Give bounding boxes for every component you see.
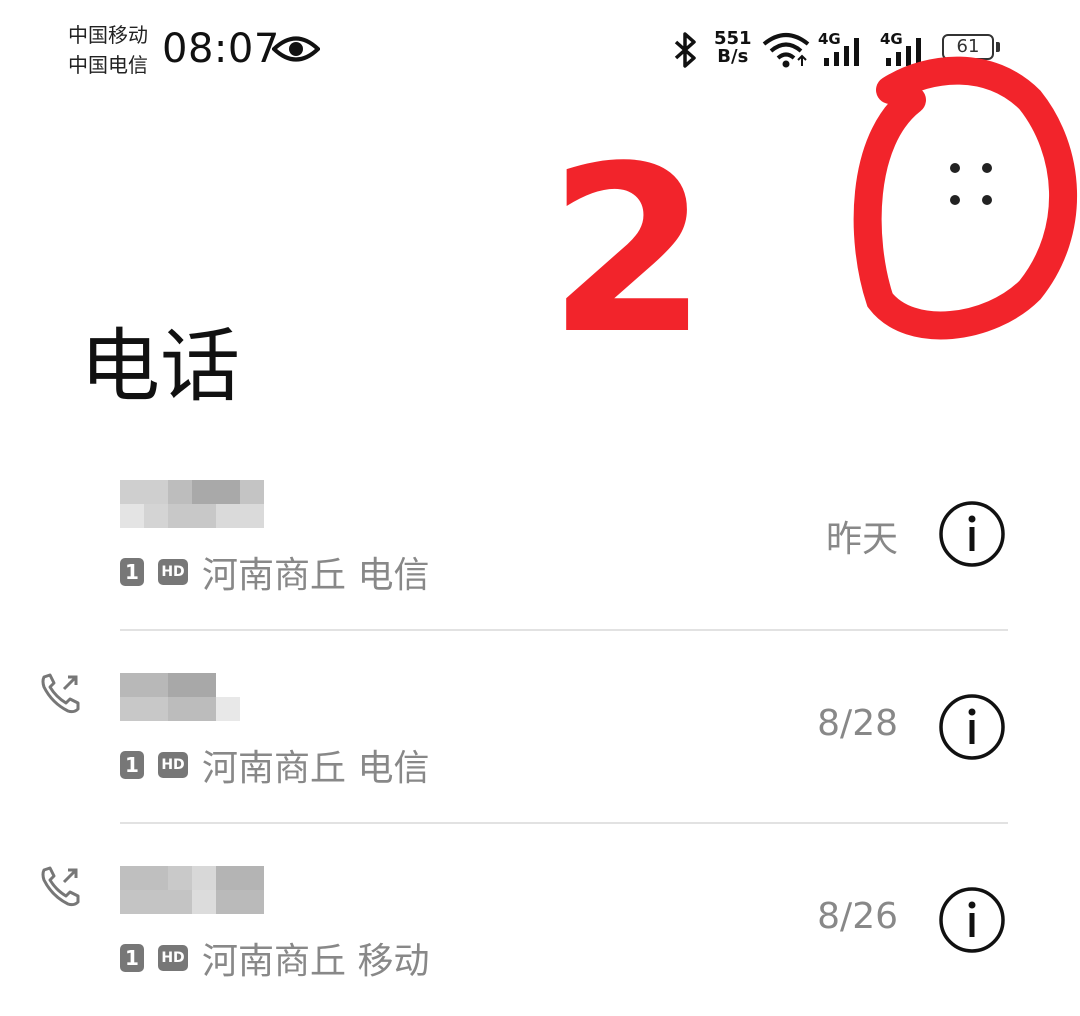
net-speed-unit: B/s	[717, 46, 749, 67]
call-meta: 1 HD 河南商丘 移动	[120, 934, 429, 982]
call-info-button[interactable]	[938, 693, 1006, 761]
page-title: 电话	[80, 320, 240, 413]
call-meta: 1 HD 河南商丘 电信	[120, 741, 429, 789]
signal-icon: 4G	[818, 28, 874, 72]
contact-name-redacted	[120, 673, 264, 721]
hd-badge: HD	[158, 945, 188, 971]
battery-level: 61	[942, 34, 994, 60]
annotation-number: 2	[548, 118, 708, 385]
signal-icon: 4G	[880, 28, 936, 72]
status-bar: 中国移动 中国电信 08:07 551 B/s 4G 4G 61	[0, 0, 1080, 100]
battery-icon: 61	[942, 34, 1002, 62]
outgoing-call-icon	[38, 671, 82, 719]
call-date: 8/26	[817, 896, 898, 937]
more-dots-icon	[950, 163, 992, 205]
sim-1-badge: 1	[120, 558, 144, 586]
call-log-item[interactable]: 1 HD 河南商丘 电信 8/28	[0, 631, 1080, 823]
info-icon	[939, 501, 1005, 567]
status-time: 08:07	[162, 26, 280, 72]
call-date: 8/28	[817, 703, 898, 744]
more-options-button[interactable]	[930, 148, 1010, 228]
hd-badge: HD	[158, 752, 188, 778]
hd-badge: HD	[158, 559, 188, 585]
call-location: 河南商丘 电信	[202, 555, 430, 596]
info-icon	[939, 887, 1005, 953]
network-speed: 551 B/s	[714, 30, 752, 66]
call-log-item[interactable]: 1 HD 河南商丘 电信 昨天	[0, 438, 1080, 630]
outgoing-call-icon	[38, 864, 82, 912]
wifi-icon	[762, 32, 810, 72]
carrier-2: 中国电信	[68, 53, 148, 77]
carrier-names: 中国移动 中国电信	[68, 20, 148, 80]
info-icon	[939, 694, 1005, 760]
sim-1-badge: 1	[120, 751, 144, 779]
carrier-1: 中国移动	[68, 23, 148, 47]
call-location: 河南商丘 电信	[202, 748, 430, 789]
call-meta: 1 HD 河南商丘 电信	[120, 548, 429, 596]
call-info-button[interactable]	[938, 886, 1006, 954]
sim-1-badge: 1	[120, 944, 144, 972]
contact-name-redacted	[120, 866, 264, 914]
call-log-item[interactable]: 1 HD 河南商丘 移动 8/26	[0, 824, 1080, 1016]
call-info-button[interactable]	[938, 500, 1006, 568]
eye-icon	[271, 34, 321, 68]
bluetooth-icon	[670, 32, 700, 72]
contact-name-redacted	[120, 480, 264, 528]
call-location: 河南商丘 移动	[202, 941, 430, 982]
call-date: 昨天	[825, 519, 898, 560]
